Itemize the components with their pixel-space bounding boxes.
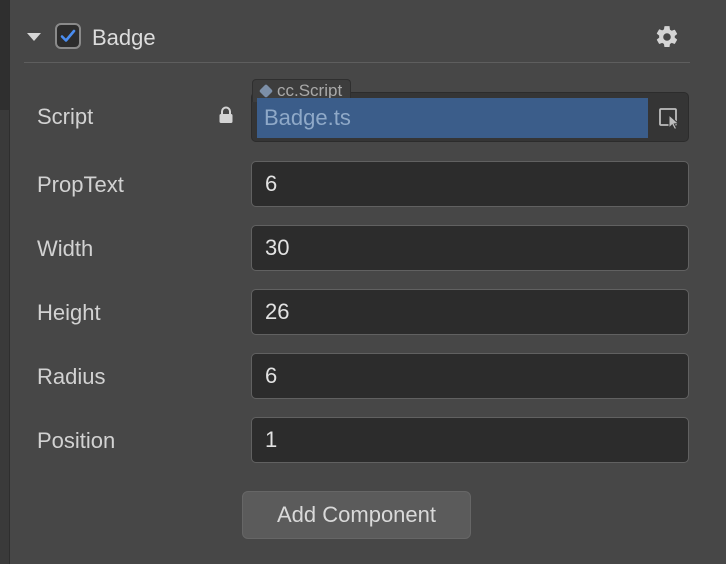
checkmark-icon bbox=[60, 29, 76, 42]
left-edge-notch bbox=[0, 0, 9, 110]
script-label: Script bbox=[37, 104, 94, 129]
cursor-select-icon[interactable] bbox=[658, 106, 682, 130]
inspector-panel: Badge Script cc.Script Badge.ts PropText… bbox=[0, 0, 726, 564]
prop-input-width[interactable] bbox=[251, 225, 689, 271]
prop-input-radius[interactable] bbox=[251, 353, 689, 399]
add-component-button[interactable]: Add Component bbox=[242, 491, 471, 539]
prop-input-position[interactable] bbox=[251, 417, 689, 463]
component-title: Badge bbox=[92, 25, 156, 50]
lock-icon bbox=[219, 106, 233, 123]
script-type-icon bbox=[258, 83, 274, 99]
prop-input-proptext[interactable] bbox=[251, 161, 689, 207]
script-asset-value[interactable]: Badge.ts bbox=[257, 98, 648, 138]
prop-label-width: Width bbox=[37, 236, 94, 261]
component-header: Badge bbox=[24, 16, 690, 63]
component-enabled-checkbox[interactable] bbox=[55, 23, 81, 49]
prop-input-height[interactable] bbox=[251, 289, 689, 335]
prop-label-height: Height bbox=[37, 300, 101, 325]
prop-label-radius: Radius bbox=[37, 364, 106, 389]
left-edge-strip bbox=[0, 0, 10, 564]
prop-label-position: Position bbox=[37, 428, 116, 453]
gear-icon[interactable] bbox=[654, 24, 680, 50]
triangle-down-icon[interactable] bbox=[27, 33, 41, 41]
prop-label-proptext: PropText bbox=[37, 172, 124, 197]
